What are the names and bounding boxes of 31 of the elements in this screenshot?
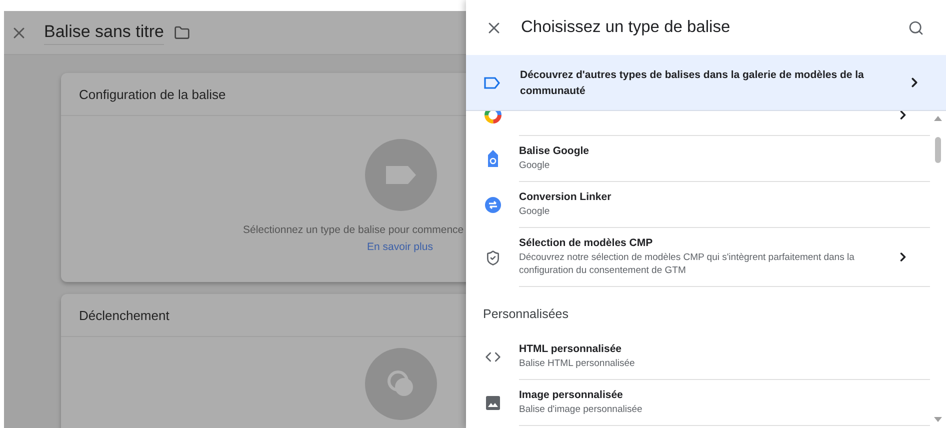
tag-name-field[interactable]: Balise sans titre xyxy=(44,20,164,45)
scrollbar-thumb[interactable] xyxy=(935,137,941,163)
tag-type-item[interactable]: Conversion Linker Google xyxy=(466,182,930,228)
item-subtitle: Google xyxy=(519,159,551,172)
tag-outline-icon xyxy=(484,76,500,88)
item-subtitle: Balise d'image personnalisée xyxy=(519,403,644,416)
arrows-circle-icon xyxy=(484,197,500,213)
gallery-banner[interactable]: Découvrez d'autres types de balises dans la galerie de modèles de la communauté xyxy=(466,55,946,111)
search-icon[interactable] xyxy=(908,20,924,36)
tag-type-item[interactable]: HTML personnalisée Balise HTML personnalisée xyxy=(466,334,930,380)
item-title: Balise Google xyxy=(519,145,590,157)
item-title: Sélection de modèles CMP xyxy=(519,237,654,249)
scroll-down-icon[interactable] xyxy=(934,417,942,422)
panel-title: Choisissez un type de balise xyxy=(521,18,732,37)
item-subtitle: Balise HTML personnalisée xyxy=(519,357,636,370)
item-title: Conversion Linker xyxy=(519,191,612,203)
item-subtitle: Découvrez notre sélection de modèles CMP qui s'intègrent parfaitement dans la configuration du consentement de GTM xyxy=(519,251,856,277)
item-subtitle: Google xyxy=(519,205,551,218)
folder-icon[interactable] xyxy=(174,24,190,40)
tag-type-item[interactable]: Balise Google Google xyxy=(466,136,930,182)
scroll-up-icon[interactable] xyxy=(934,116,942,121)
section-heading: Personnalisées xyxy=(482,306,570,323)
scrollbar[interactable] xyxy=(930,111,946,428)
image-icon xyxy=(486,396,500,410)
tag-type-item[interactable]: Image personnalisée Balise d'image personnalisée xyxy=(466,380,930,426)
ring-icon xyxy=(484,111,502,124)
item-title: Image personnalisée xyxy=(519,389,624,401)
item-title: HTML personnalisée xyxy=(519,343,622,355)
tag-icon xyxy=(486,150,498,168)
shield-check-icon xyxy=(484,250,500,266)
prompt-text: Sélectionnez un type de balise pour commence xyxy=(243,224,465,236)
